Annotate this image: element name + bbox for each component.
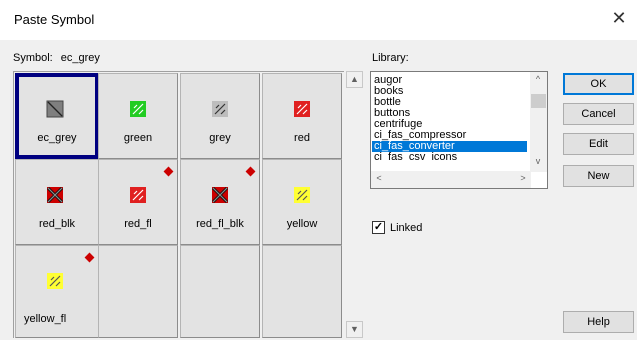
symbol-grid-scrollbar[interactable]: ▲ ▼	[346, 71, 363, 338]
grey-symbol-icon	[212, 101, 228, 117]
tile-label: ec_grey	[37, 132, 77, 144]
grey-square-icon	[46, 100, 64, 118]
new-button[interactable]: New	[563, 165, 634, 187]
tile-label: red_blk	[38, 218, 76, 230]
symbol-grid: ec_grey green grey red red_blk red_fl re…	[13, 71, 344, 338]
title-bar: Paste Symbol ✕	[0, 0, 637, 40]
linked-label: Linked	[390, 221, 423, 234]
library-list[interactable]: augor books bottle buttons centrifuge ci…	[370, 71, 548, 189]
library-label: Library:	[372, 52, 409, 64]
chevron-left-icon[interactable]: <	[371, 173, 387, 183]
cancel-button[interactable]: Cancel	[563, 103, 634, 125]
ok-button[interactable]: OK	[563, 73, 634, 95]
tile-label: red_fl	[124, 218, 152, 230]
tile-label: yellow	[286, 218, 318, 230]
symbol-tile-red-fl-blk[interactable]: red_fl_blk	[180, 159, 260, 245]
yellow-symbol-icon	[294, 187, 310, 203]
tile-label: red_fl_blk	[196, 218, 244, 230]
flash-flag-icon	[84, 252, 95, 263]
linked-checkbox[interactable]: ✓ Linked	[372, 221, 422, 234]
red-black-flash-x-icon	[211, 186, 229, 204]
tile-label: green	[123, 132, 153, 144]
symbol-tile-yellow[interactable]: yellow	[262, 159, 342, 245]
symbol-caption: Symbol: ec_grey	[13, 52, 100, 64]
scroll-down-arrow-icon[interactable]: ▼	[346, 321, 363, 338]
red-flash-symbol-icon	[130, 187, 146, 203]
symbol-value: ec_grey	[60, 52, 100, 64]
symbol-tile-green[interactable]: green	[98, 73, 178, 159]
red-symbol-icon	[294, 101, 310, 117]
flash-flag-icon	[163, 166, 174, 177]
library-item[interactable]: ci_fas_csv_icons	[374, 152, 457, 161]
help-button[interactable]: Help	[563, 311, 634, 333]
red-black-x-icon	[46, 186, 64, 204]
tile-label: red	[294, 132, 310, 144]
symbol-tile-red[interactable]: red	[262, 73, 342, 159]
chevron-right-icon[interactable]: >	[515, 173, 531, 183]
symbol-tile-yellow-fl[interactable]: yellow_fl	[15, 245, 99, 338]
tile-label: yellow_fl	[24, 313, 67, 325]
symbol-tile-red-blk[interactable]: red_blk	[15, 159, 99, 245]
symbol-tile-red-fl[interactable]: red_fl	[98, 159, 178, 245]
checkmark-icon[interactable]: ✓	[372, 221, 385, 234]
symbol-tile-grey[interactable]: grey	[180, 73, 260, 159]
close-icon[interactable]: ✕	[607, 6, 631, 30]
green-symbol-icon	[130, 101, 146, 117]
empty-tile[interactable]	[98, 245, 178, 338]
flash-flag-icon	[245, 166, 256, 177]
library-horizontal-scrollbar[interactable]: < >	[371, 171, 531, 188]
chevron-down-icon[interactable]: v	[530, 156, 546, 166]
chevron-up-icon[interactable]: ^	[530, 74, 546, 84]
tile-label: grey	[209, 132, 231, 144]
library-item-selected[interactable]: ci_fas_converter	[372, 141, 527, 152]
symbol-tile-ec-grey[interactable]: ec_grey	[15, 73, 99, 159]
window-title: Paste Symbol	[14, 12, 95, 27]
empty-tile[interactable]	[262, 245, 342, 338]
library-vertical-scrollbar[interactable]: ^ v	[530, 72, 547, 172]
edit-button[interactable]: Edit	[563, 133, 634, 155]
scroll-up-arrow-icon[interactable]: ▲	[346, 71, 363, 88]
empty-tile[interactable]	[180, 245, 260, 338]
symbol-label: Symbol:	[13, 52, 53, 64]
yellow-flash-symbol-icon	[47, 273, 63, 289]
scroll-thumb[interactable]	[531, 94, 546, 108]
